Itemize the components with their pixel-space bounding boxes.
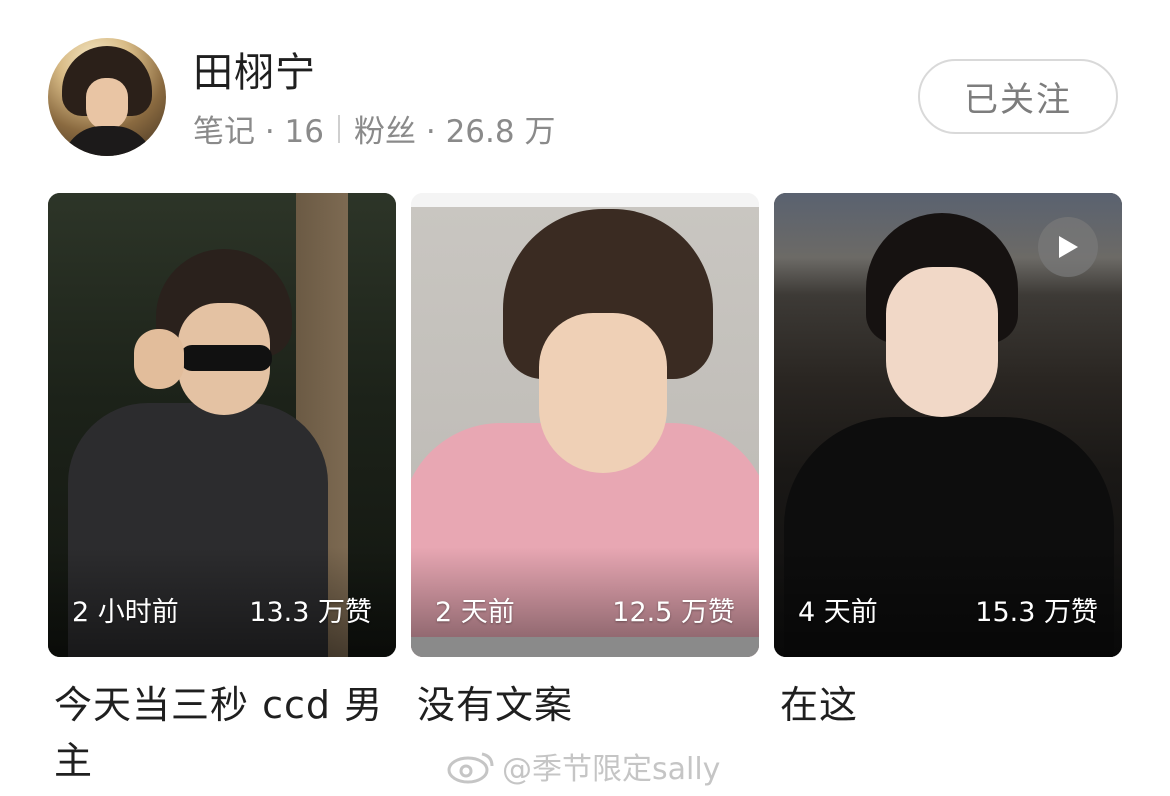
- play-icon[interactable]: [1038, 217, 1098, 277]
- profile-screen: 田栩宁 笔记 · 16 粉丝 · 26.8 万 已关注 2 小时前 13.3 万…: [0, 0, 1170, 796]
- post-title-1[interactable]: 今天当三秒 ccd 男主: [54, 677, 394, 789]
- post-time: 2 小时前: [72, 597, 179, 628]
- play-triangle-icon: [1059, 236, 1078, 258]
- watermark: @季节限定sally: [446, 744, 720, 788]
- user-stats: 笔记 · 16 粉丝 · 26.8 万: [193, 106, 555, 151]
- figure-face: [886, 267, 998, 417]
- post-likes: 15.3 万赞: [975, 597, 1098, 628]
- notes-count: 笔记 · 16: [193, 114, 325, 150]
- stats-divider: [338, 114, 341, 143]
- user-name[interactable]: 田栩宁: [193, 40, 316, 98]
- post-card-1[interactable]: 2 小时前 13.3 万赞: [48, 193, 396, 657]
- post-likes: 13.3 万赞: [249, 597, 372, 628]
- avatar-shirt: [62, 126, 154, 156]
- watermark-text: @季节限定sally: [502, 752, 721, 787]
- figure-face: [539, 313, 667, 473]
- weibo-logo-icon: [447, 752, 494, 784]
- sunglasses: [180, 345, 272, 371]
- figure-hand: [134, 329, 184, 389]
- post-time: 4 天前: [798, 597, 878, 628]
- post-card-2[interactable]: 2 天前 12.5 万赞: [411, 193, 759, 657]
- fans-count: 粉丝 · 26.8 万: [354, 114, 556, 150]
- following-button[interactable]: 已关注: [918, 59, 1118, 134]
- post-title-3[interactable]: 在这: [780, 677, 1120, 733]
- post-title-2[interactable]: 没有文案: [417, 677, 757, 733]
- avatar-face: [86, 78, 128, 130]
- post-likes: 12.5 万赞: [612, 597, 735, 628]
- post-card-3[interactable]: 4 天前 15.3 万赞: [774, 193, 1122, 657]
- card-bottom-bar: [411, 637, 759, 657]
- post-time: 2 天前: [435, 597, 515, 628]
- avatar[interactable]: [48, 38, 166, 156]
